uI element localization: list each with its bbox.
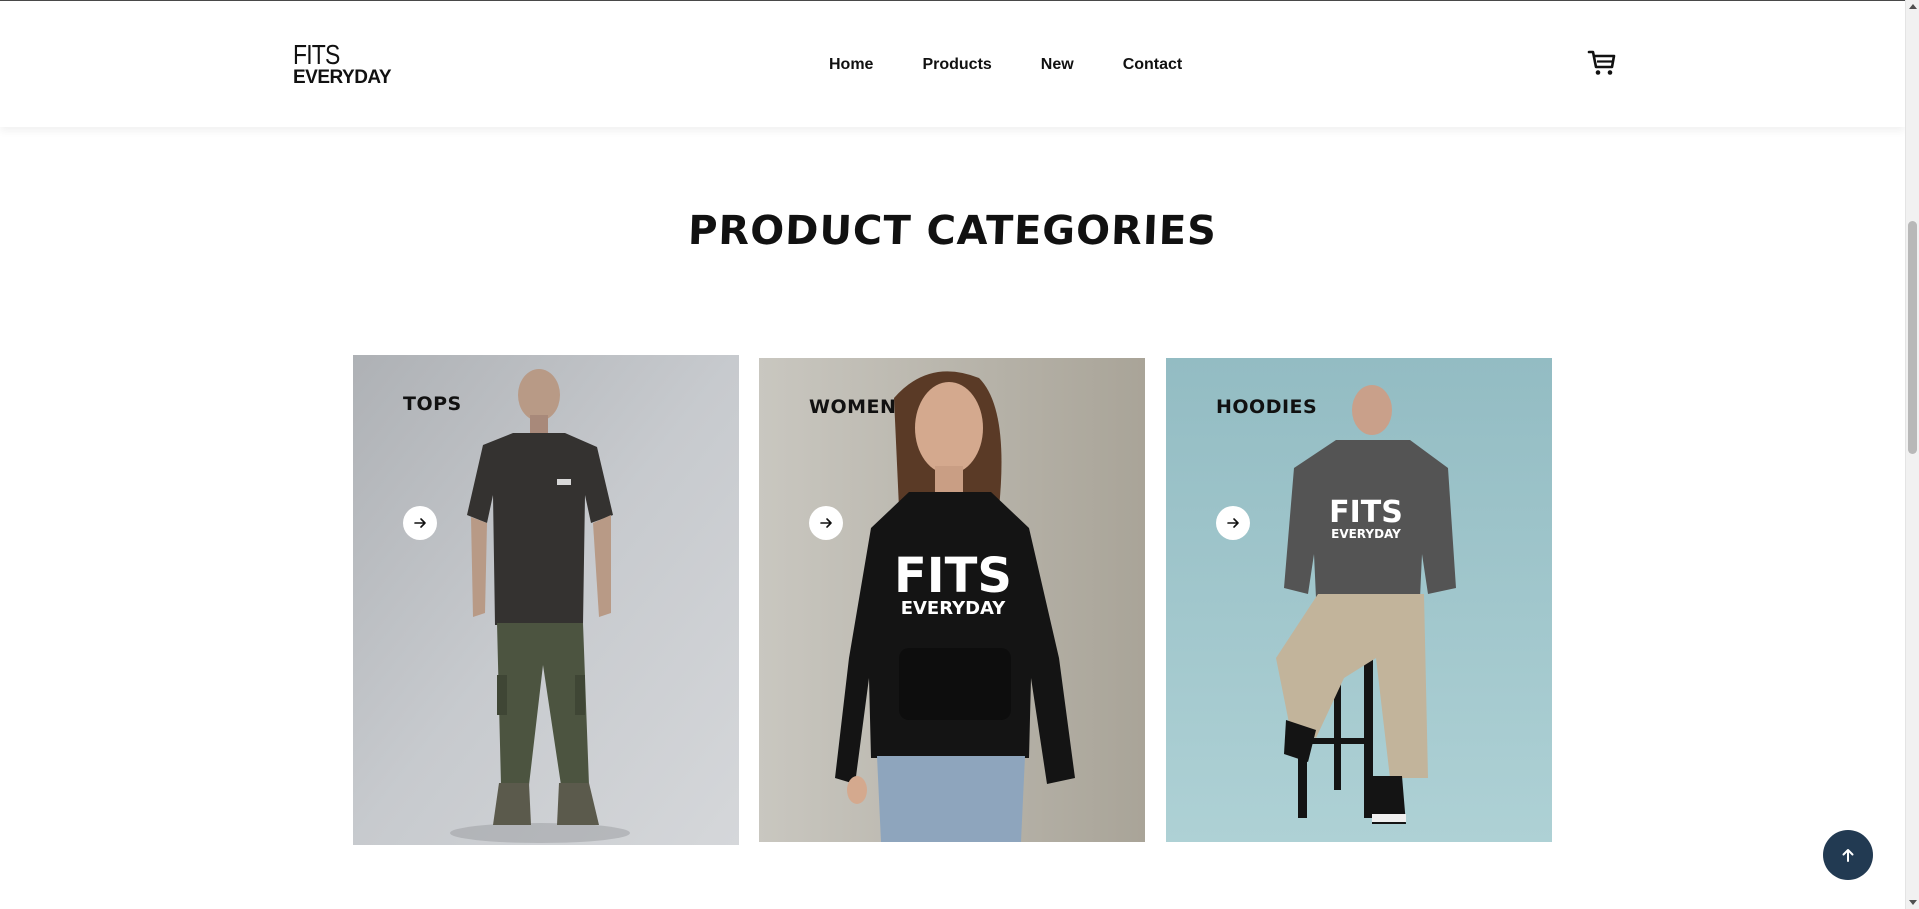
hoodie-print-bottom: EVERYDAY	[1331, 527, 1401, 541]
category-card-tops[interactable]: Tops	[353, 355, 739, 845]
site-header: FITS EVERYDAY Home Products New Contact	[0, 1, 1905, 127]
site-logo[interactable]: FITS EVERYDAY	[293, 39, 392, 88]
hoodies-model-image: FITS EVERYDAY	[1166, 358, 1552, 842]
nav-link-contact[interactable]: Contact	[1123, 56, 1183, 74]
nav-link-new[interactable]: New	[1041, 56, 1074, 74]
hoodie-print-bottom: EVERYDAY	[901, 598, 1007, 619]
arrow-right-icon[interactable]	[403, 506, 437, 540]
category-label: Women	[809, 396, 897, 418]
arrow-right-icon[interactable]	[809, 506, 843, 540]
main-nav: Home Products New Contact	[829, 56, 1231, 74]
scroll-up-arrow-icon[interactable]	[1909, 4, 1917, 9]
arrow-right-icon[interactable]	[1216, 506, 1250, 540]
women-model-image: FITS EVERYDAY	[759, 358, 1145, 842]
shopping-cart-icon[interactable]	[1587, 49, 1617, 77]
category-card-hoodies[interactable]: FITS EVERYDAY Hoodies	[1166, 358, 1552, 842]
category-label: Tops	[403, 393, 462, 415]
hoodie-print-top: FITS	[894, 548, 1012, 604]
vertical-scrollbar[interactable]	[1905, 0, 1919, 909]
nav-link-products[interactable]: Products	[922, 56, 991, 74]
logo-bottom-text: EVERYDAY	[293, 67, 392, 88]
logo-top-text: FITS	[293, 39, 340, 70]
tops-model-image	[353, 355, 739, 845]
arrow-up-icon	[1840, 847, 1856, 863]
back-to-top-button[interactable]	[1823, 830, 1873, 880]
category-label: Hoodies	[1216, 396, 1318, 418]
nav-link-home[interactable]: Home	[829, 56, 873, 74]
page-title: Product Categories	[687, 208, 1218, 254]
category-card-women[interactable]: FITS EVERYDAY Women	[759, 358, 1145, 842]
page: FITS EVERYDAY Home Products New Contact …	[0, 0, 1919, 909]
hoodie-print-top: FITS	[1329, 495, 1403, 530]
scroll-down-arrow-icon[interactable]	[1909, 900, 1917, 905]
scrollbar-thumb[interactable]	[1908, 221, 1917, 454]
